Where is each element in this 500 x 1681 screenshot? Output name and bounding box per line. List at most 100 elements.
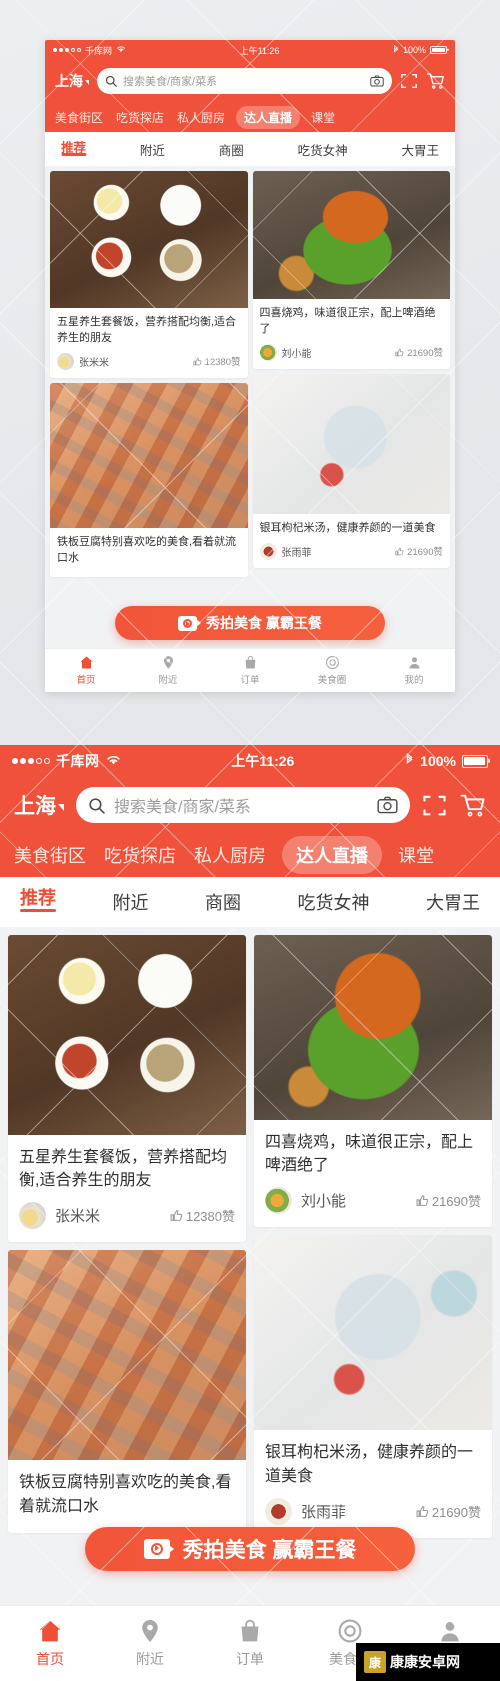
cta-button-small[interactable]: 秀拍美食 赢霸王餐 <box>115 606 385 640</box>
camera-icon[interactable] <box>377 796 398 814</box>
card-title: 银耳枸杞米汤，健康养颜的一道美食 <box>259 521 436 534</box>
caret-down-icon <box>58 803 64 811</box>
subtab-2[interactable]: 商圈 <box>219 140 244 159</box>
card-title: 铁板豆腐特别喜欢吃的美食,看着就流口水 <box>57 535 237 564</box>
avatar <box>265 1187 292 1215</box>
avatar <box>57 352 74 370</box>
category-item-3[interactable]: 达人直播 <box>282 836 382 874</box>
card-likes: 21690赞 <box>416 1191 481 1210</box>
cart-icon[interactable] <box>426 72 445 90</box>
tab-item-nearby[interactable]: 附近 <box>127 655 209 686</box>
subtab-4[interactable]: 大胃王 <box>426 889 480 915</box>
card-author: 张米米 <box>55 1208 101 1226</box>
category-item-4[interactable]: 课堂 <box>396 837 436 873</box>
city-selector-small[interactable]: 上海 <box>55 71 89 91</box>
circle-target-icon <box>325 655 339 670</box>
card-title: 四喜烧鸡，味道很正宗，配上啤酒绝了 <box>259 307 436 335</box>
tremella-wolfberry-soup-photo <box>254 1235 492 1431</box>
user-icon <box>409 657 419 669</box>
watermark-logo-icon: 康 <box>364 1651 386 1673</box>
tab-item-profile[interactable]: 我的 <box>373 655 455 686</box>
category-item-1[interactable]: 吃货探店 <box>114 106 166 129</box>
video-camera-icon <box>143 1539 170 1559</box>
search-row-large: 上海 搜索美食/商家/菜系 <box>0 777 500 833</box>
tab-item-orders[interactable]: 订单 <box>200 1618 300 1669</box>
camera-icon[interactable] <box>370 75 384 87</box>
feed-left-column: 五星养生套餐饭，营养搭配均衡,适合养生的朋友 张米米 12380赞 铁板豆腐特别… <box>50 171 248 668</box>
search-input-small[interactable]: 搜索美食/商家/菜系 <box>97 68 392 94</box>
subtab-1[interactable]: 附近 <box>140 140 165 159</box>
feed-right-column: 四喜烧鸡，味道很正宗，配上啤酒绝了 刘小能 21690赞 银耳枸杞米汤，健康养颜… <box>252 171 451 668</box>
thumbs-up-icon <box>192 357 202 366</box>
tab-item-orders[interactable]: 订单 <box>209 655 291 686</box>
shopping-bag-icon <box>245 655 255 669</box>
card-title: 铁板豆腐特别喜欢吃的美食,看着就流口水 <box>19 1474 232 1515</box>
cta-button-large[interactable]: 秀拍美食 赢霸王餐 <box>85 1527 415 1571</box>
phone-preview-small: 千库网 上午11:26 100% 上海 搜索美食/商家/菜系 美食街区 吃货探店… <box>45 40 455 692</box>
scan-icon[interactable] <box>400 72 418 90</box>
user-icon <box>441 1621 459 1642</box>
wifi-icon <box>106 753 121 769</box>
subtab-2[interactable]: 商圈 <box>205 889 241 915</box>
search-placeholder: 搜索美食/商家/菜系 <box>114 799 251 816</box>
screenshot-canvas: 千库网 上午11:26 100% 上海 搜索美食/商家/菜系 美食街区 吃货探店… <box>0 0 500 1681</box>
status-time: 上午11:26 <box>231 753 295 769</box>
scan-icon[interactable] <box>422 793 447 818</box>
avatar <box>265 1497 292 1525</box>
battery-icon <box>461 754 488 768</box>
location-pin-icon <box>163 656 173 669</box>
feed-card[interactable]: 铁板豆腐特别喜欢吃的美食,看着就流口水 <box>50 382 248 577</box>
card-title: 五星养生套餐饭，营养搭配均衡,适合养生的朋友 <box>57 316 237 344</box>
card-title: 五星养生套餐饭，营养搭配均衡,适合养生的朋友 <box>19 1149 228 1190</box>
roast-chicken-photo <box>254 935 492 1120</box>
feed-card[interactable]: 五星养生套餐饭，营养搭配均衡,适合养生的朋友 张米米 12380赞 <box>8 935 246 1243</box>
video-camera-icon <box>178 615 198 631</box>
status-bar-large: 千库网 上午11:26 100% <box>0 745 500 777</box>
tab-item-home[interactable]: 首页 <box>0 1618 100 1669</box>
category-item-0[interactable]: 美食街区 <box>53 106 105 129</box>
category-item-4[interactable]: 课堂 <box>309 106 337 129</box>
tab-item-nearby[interactable]: 附近 <box>100 1618 200 1669</box>
subtab-1[interactable]: 附近 <box>113 889 149 915</box>
card-likes: 21690赞 <box>395 544 443 558</box>
signal-dots-icon <box>53 48 81 52</box>
tab-bar-small: 首页 附近 订单 美食圈 我的 <box>45 648 455 692</box>
tab-item-food-circle[interactable]: 美食圈 <box>291 655 373 686</box>
tab-item-home[interactable]: 首页 <box>45 655 127 686</box>
subtab-3[interactable]: 吃货女神 <box>298 889 370 915</box>
subtab-0[interactable]: 推荐 <box>20 884 56 920</box>
card-likes: 12380赞 <box>170 1206 235 1225</box>
category-item-2[interactable]: 私人厨房 <box>192 837 268 873</box>
subtab-3[interactable]: 吃货女神 <box>298 140 348 159</box>
category-item-1[interactable]: 吃货探店 <box>102 837 178 873</box>
bluetooth-icon <box>405 752 414 769</box>
card-meta: 刘小能 21690赞 <box>253 342 451 369</box>
category-item-0[interactable]: 美食街区 <box>12 837 88 873</box>
city-selector-large[interactable]: 上海 <box>14 790 64 820</box>
card-author: 刘小能 <box>301 1193 347 1211</box>
sub-tabs-large: 推荐 附近 商圈 吃货女神 大胃王 <box>0 877 500 927</box>
feed-card[interactable]: 银耳枸杞米汤，健康养颜的一道美食 张雨菲 21690赞 <box>254 1235 492 1538</box>
search-input-large[interactable]: 搜索美食/商家/菜系 <box>76 787 410 823</box>
thumbs-up-icon <box>416 1505 429 1517</box>
circle-target-icon <box>338 1619 362 1643</box>
category-item-3[interactable]: 达人直播 <box>236 105 301 129</box>
cart-icon[interactable] <box>459 793 486 818</box>
card-title: 四喜烧鸡，味道很正宗，配上啤酒绝了 <box>265 1134 474 1175</box>
search-icon <box>89 797 105 814</box>
card-likes: 21690赞 <box>395 345 443 359</box>
meal-set-bowls-photo <box>8 935 246 1135</box>
feed-card[interactable]: 四喜烧鸡，味道很正宗，配上啤酒绝了 刘小能 21690赞 <box>254 935 492 1228</box>
card-meta: 刘小能 21690赞 <box>254 1183 492 1227</box>
phone-preview-large: 千库网 上午11:26 100% 上海 搜索美食/商家/菜系 美食街区 吃货探店… <box>0 745 500 1681</box>
subtab-4[interactable]: 大胃王 <box>401 140 439 159</box>
category-item-2[interactable]: 私人厨房 <box>175 106 227 129</box>
feed-card[interactable]: 银耳枸杞米汤，健康养颜的一道美食 张雨菲 21690赞 <box>252 373 451 568</box>
subtab-0[interactable]: 推荐 <box>61 137 86 162</box>
card-title: 银耳枸杞米汤，健康养颜的一道美食 <box>265 1444 474 1485</box>
feed-card[interactable]: 四喜烧鸡，味道很正宗，配上啤酒绝了 刘小能 21690赞 <box>252 171 451 369</box>
signal-dots-icon <box>12 758 50 764</box>
feed-card[interactable]: 铁板豆腐特别喜欢吃的美食,看着就流口水 <box>8 1250 246 1533</box>
feed-card[interactable]: 五星养生套餐饭，营养搭配均衡,适合养生的朋友 张米米 12380赞 <box>50 171 248 378</box>
card-meta: 张雨菲 21690赞 <box>253 541 451 568</box>
